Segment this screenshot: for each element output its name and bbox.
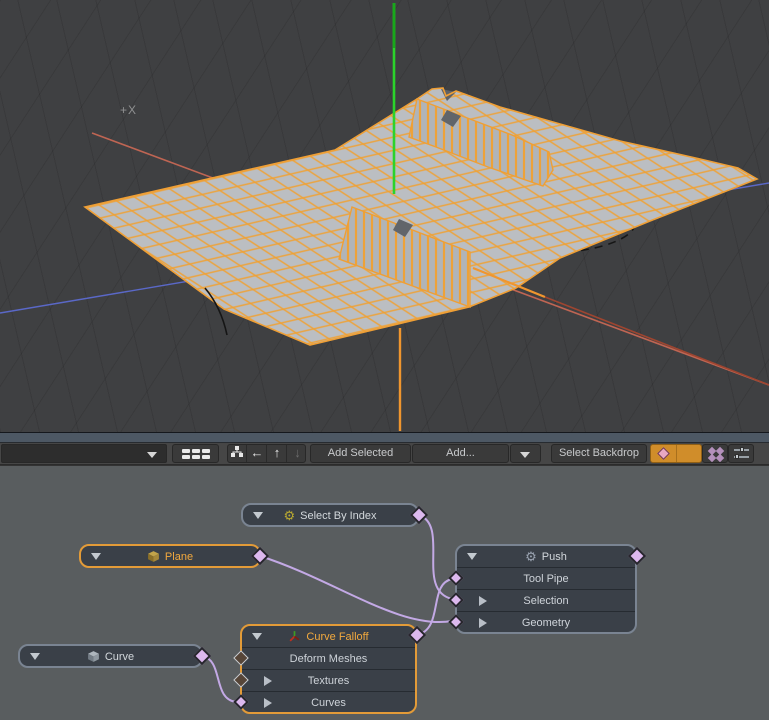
falloff-axis-icon [288,630,301,643]
collapse-triangle-icon[interactable] [467,553,477,560]
row-label: Tool Pipe [523,573,568,585]
curve-falloff-row-textures[interactable]: Textures [242,669,415,691]
row-label: Textures [308,675,350,687]
node-curve-falloff[interactable]: Curve Falloff Deform Meshes Textures Cur… [240,624,417,714]
row-label: Deform Meshes [290,653,368,665]
node-title: Select By Index [300,510,376,522]
arrow-up-icon: ↑ [274,445,281,460]
hierarchy-view-button[interactable] [228,445,247,462]
gear-icon: ⚙ [283,510,295,521]
add-dropdown-button[interactable] [510,444,541,463]
arrow-left-icon: ← [251,445,264,460]
mesh-cube-icon [147,550,160,563]
schematic-view[interactable]: ⚙ Select By Index Plane ⚙ Push [0,465,769,720]
collapse-triangle-icon[interactable] [253,512,263,519]
ellipse-toggle[interactable] [677,445,702,462]
pane-divider[interactable] [0,432,769,443]
axis-label: +X [120,103,137,117]
grid-cells-icon [182,449,210,459]
node-title: Curve Falloff [306,631,368,643]
node-curve[interactable]: Curve [18,644,203,668]
arrow-down-icon: ↓ [294,445,301,460]
back-button[interactable]: ← [248,445,267,462]
plane-mesh[interactable] [85,88,757,345]
collapse-triangle-icon[interactable] [30,653,40,660]
push-row-geometry[interactable]: Geometry [457,611,635,633]
select-backdrop-button[interactable]: Select Backdrop [551,444,647,463]
add-button[interactable]: Add... [412,444,509,463]
down-button-disabled[interactable]: ↓ [288,445,306,462]
mesh-cube-icon [87,650,100,663]
link-style-button[interactable] [728,444,754,463]
add-selected-label: Add Selected [328,447,393,459]
expand-triangle-icon[interactable] [479,618,487,628]
select-backdrop-label: Select Backdrop [559,447,639,459]
node-push[interactable]: ⚙ Push Tool Pipe Selection Geometry [455,544,637,634]
collapse-triangle-icon[interactable] [252,633,262,640]
node-select-by-index[interactable]: ⚙ Select By Index [241,503,419,527]
row-label: Selection [523,595,568,607]
curve-falloff-row-curves[interactable]: Curves [242,691,415,713]
wire-select-by-index-to-push-selection[interactable] [419,515,452,599]
viewport-scene [0,0,769,432]
navigation-button-group: ← ↑ ↓ [227,444,306,463]
pink-diamond-icon [657,447,670,460]
add-label: Add... [446,447,475,459]
up-button[interactable]: ↑ [268,445,287,462]
expand-triangle-icon[interactable] [264,676,272,686]
node-title: Curve [105,651,134,663]
chevron-down-icon [147,452,157,458]
row-label: Geometry [522,617,570,629]
show-connectors-button[interactable] [702,444,728,463]
x-axis-far-segment [545,297,769,385]
wire-plane-to-push-geometry[interactable] [260,556,452,622]
pink-diamond-toggle[interactable] [651,445,676,462]
wire-curve-to-curve-falloff-curves[interactable] [202,656,236,702]
expand-triangle-icon[interactable] [479,596,487,606]
gear-icon: ⚙ [525,551,537,562]
schematic-toolbar: ← ↑ ↓ Add Selected Add... Select Backdro… [0,443,769,465]
workspace-dropdown[interactable] [1,444,167,463]
row-label: Curves [311,697,346,709]
add-selected-button[interactable]: Add Selected [310,444,411,463]
hierarchy-icon [230,445,244,458]
wire-curve-falloff-to-push-tool-pipe[interactable] [417,579,452,635]
push-row-selection[interactable]: Selection [457,589,635,611]
curve-falloff-row-deform-meshes[interactable]: Deform Meshes [242,647,415,669]
chevron-down-icon [520,452,530,458]
expand-triangle-icon[interactable] [264,698,272,708]
layout-grid-button[interactable] [172,444,219,463]
node-plane[interactable]: Plane [79,544,261,568]
node-title: Push [542,551,567,563]
collapse-triangle-icon[interactable] [91,553,101,560]
3d-viewport[interactable]: +X [0,0,769,432]
push-row-tool-pipe[interactable]: Tool Pipe [457,567,635,589]
application-window: +X ← ↑ ↓ [0,0,769,720]
node-title: Plane [165,551,193,563]
connector-style-toggle-group [650,444,702,463]
